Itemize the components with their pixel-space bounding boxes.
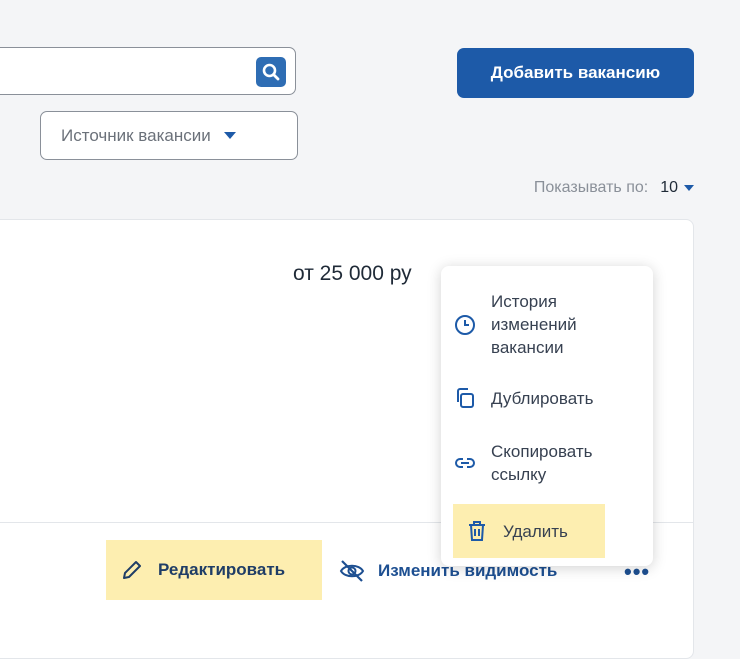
actions-dropdown-menu: История изменений вакансии Дублировать С… <box>441 266 653 566</box>
per-page-label: Показывать по: <box>533 179 649 196</box>
menu-item-copy-link[interactable]: Скопировать ссылку <box>453 440 631 486</box>
menu-item-label: Дублировать <box>491 388 594 408</box>
trash-icon <box>465 519 503 543</box>
pencil-icon <box>120 558 158 582</box>
search-input[interactable] <box>0 47 296 95</box>
vacancy-source-label: Источник вакансии <box>61 125 211 145</box>
per-page-control[interactable]: Показывать по: 10 <box>534 179 694 197</box>
menu-item-duplicate[interactable]: Дублировать <box>453 386 593 410</box>
eye-off-icon <box>338 559 378 583</box>
link-icon <box>453 451 491 475</box>
search-button[interactable] <box>256 57 286 87</box>
search-icon <box>261 62 281 82</box>
edit-label: Редактировать <box>158 560 286 579</box>
menu-item-label: Скопировать ссылку <box>491 442 593 484</box>
menu-item-delete[interactable]: Удалить <box>453 504 605 558</box>
copy-icon <box>453 386 491 410</box>
vacancy-salary: от 25 000 ру <box>293 262 412 285</box>
chevron-down-icon <box>684 185 694 191</box>
edit-button[interactable]: Редактировать <box>106 540 322 600</box>
chevron-down-icon <box>223 132 236 139</box>
menu-item-history[interactable]: История изменений вакансии <box>453 290 621 359</box>
vacancy-source-select[interactable]: Источник вакансии <box>40 111 298 160</box>
add-vacancy-button[interactable]: Добавить вакансию <box>457 48 694 98</box>
menu-item-label: История изменений вакансии <box>491 292 577 357</box>
per-page-value[interactable]: 10 <box>660 179 678 197</box>
menu-item-label: Удалить <box>503 521 568 541</box>
clock-icon <box>453 313 491 337</box>
